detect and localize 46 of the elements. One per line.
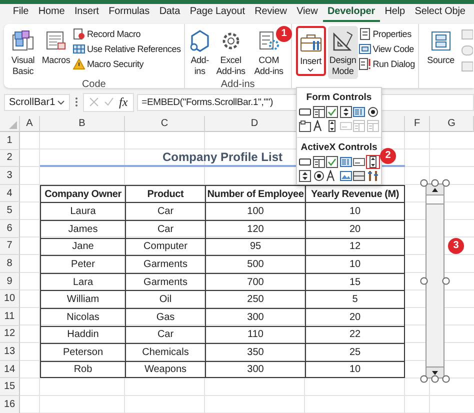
table-cell: Peterson bbox=[40, 343, 125, 361]
table-cell: 20 bbox=[305, 220, 405, 238]
table-cell: 700 bbox=[205, 272, 305, 290]
table-cell: 10 bbox=[305, 360, 405, 378]
table-cell: 250 bbox=[205, 290, 305, 308]
table-cell: 500 bbox=[205, 255, 305, 273]
table-cell: Oil bbox=[125, 290, 205, 308]
table-cell: Car bbox=[125, 220, 205, 238]
table-cell: 15 bbox=[305, 272, 405, 290]
table-cell: Rob bbox=[40, 360, 125, 378]
table-cell: 22 bbox=[305, 326, 405, 344]
table-cell: William bbox=[40, 290, 125, 308]
table-cell: Haddin bbox=[40, 326, 125, 344]
table-cell: Garments bbox=[125, 255, 205, 273]
table-cell: 25 bbox=[305, 343, 405, 361]
table-cell: Car bbox=[125, 326, 205, 344]
table-cell: 95 bbox=[205, 238, 305, 256]
table-cell: 110 bbox=[205, 326, 305, 344]
table-cell: 5 bbox=[305, 290, 405, 308]
table-cell: Computer bbox=[125, 238, 205, 256]
table-cell: 12 bbox=[305, 238, 405, 256]
table-cell: 300 bbox=[205, 308, 305, 326]
table-cell: James bbox=[40, 220, 125, 238]
group-label: Add-ins bbox=[220, 79, 256, 91]
table-cell: Weapons bbox=[125, 360, 205, 378]
table-cell: 350 bbox=[205, 343, 305, 361]
table-cell: 120 bbox=[205, 220, 305, 238]
table-cell: 20 bbox=[305, 308, 405, 326]
table-cell: Car bbox=[125, 202, 205, 220]
table-header-cell: Company Owner bbox=[40, 184, 125, 202]
table-cell: Lara bbox=[40, 272, 125, 290]
menu-section-title: ActiveX Controls bbox=[300, 141, 378, 154]
menu-section-title: Form Controls bbox=[305, 91, 373, 104]
table-header-cell: Product bbox=[125, 184, 205, 202]
table-cell: Garments bbox=[125, 272, 205, 290]
table-cell: Nicolas bbox=[40, 308, 125, 326]
table-cell: Jane bbox=[40, 238, 125, 256]
table-cell: Laura bbox=[40, 202, 125, 220]
table-cell: Gas bbox=[125, 308, 205, 326]
table-cell: 100 bbox=[205, 202, 305, 220]
table-cell: 10 bbox=[305, 202, 405, 220]
table-cell: Peter bbox=[40, 255, 125, 273]
table-cell: 10 bbox=[305, 255, 405, 273]
group-label: Code bbox=[80, 79, 107, 91]
table-cell: Chemicals bbox=[125, 343, 205, 361]
table-cell: 300 bbox=[205, 360, 305, 378]
